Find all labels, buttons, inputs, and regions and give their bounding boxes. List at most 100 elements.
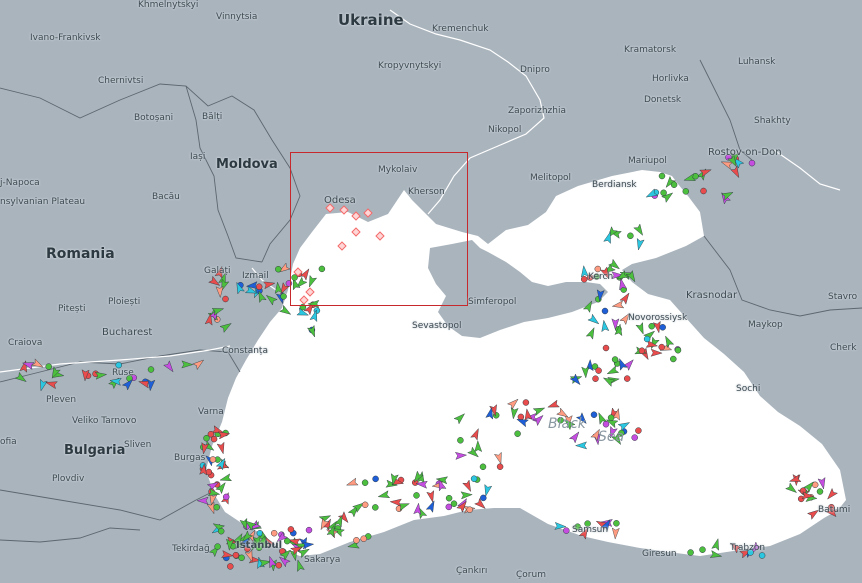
vessel-marker[interactable] [216,441,227,455]
vessel-marker[interactable] [480,494,487,502]
vessel-marker[interactable] [496,463,504,470]
vessel-marker[interactable] [670,355,677,363]
vessel-marker[interactable] [275,265,282,273]
vessel-marker[interactable] [638,347,646,354]
vessel-marker[interactable] [494,451,504,465]
vessel-marker[interactable] [607,414,615,421]
vessel-marker[interactable] [547,399,560,410]
vessel-marker[interactable] [413,492,420,499]
vessel-marker[interactable] [214,543,221,550]
vessel-marker[interactable] [279,304,293,317]
vessel-marker[interactable] [601,307,609,315]
vessel-marker[interactable] [479,463,487,471]
vessel-marker[interactable] [31,358,45,371]
vessel-marker[interactable] [219,320,233,333]
vessel-marker[interactable] [658,172,666,180]
vessel-marker[interactable] [602,420,610,428]
vessel-marker[interactable] [711,538,722,551]
vessel-marker[interactable] [606,365,620,377]
vessel-marker[interactable] [209,456,217,463]
vessel-marker[interactable] [635,427,642,434]
vessel-marker[interactable] [474,497,488,511]
vessel-marker[interactable] [627,232,634,240]
vessel-marker[interactable] [274,281,283,295]
vessel-marker[interactable] [445,503,453,511]
vessel-marker[interactable] [514,430,521,437]
vessel-marker[interactable] [522,399,530,406]
vessel-marker[interactable] [222,493,230,501]
vessel-marker[interactable] [457,437,464,444]
vessel-marker[interactable] [825,487,839,501]
vessel-marker[interactable] [275,562,283,569]
vessel-marker[interactable] [709,550,723,560]
vessel-marker[interactable] [372,475,379,483]
vessel-marker[interactable] [670,181,678,188]
vessel-marker[interactable] [659,324,666,331]
vessel-marker[interactable] [45,363,52,370]
vessel-marker[interactable] [305,526,313,534]
vessel-marker[interactable] [215,285,224,299]
vessel-marker[interactable] [474,440,483,453]
vessel-marker[interactable] [147,366,155,373]
vessel-marker[interactable] [700,187,707,195]
vessel-marker[interactable] [517,413,525,421]
vessel-marker[interactable] [361,479,369,486]
vessel-marker[interactable] [613,520,620,527]
vessel-marker[interactable] [631,434,638,441]
vessel-marker[interactable] [611,300,625,310]
vessel-marker[interactable] [816,488,824,495]
vessel-marker[interactable] [643,335,651,343]
vessel-marker[interactable] [372,504,379,511]
vessel-marker[interactable] [213,503,220,511]
vessel-marker[interactable] [635,237,645,251]
vessel-marker[interactable] [222,295,229,303]
vessel-marker[interactable] [635,322,647,336]
vessel-marker[interactable] [622,357,636,371]
vessel-marker[interactable] [280,293,287,300]
vessel-marker[interactable] [581,366,590,379]
vessel-marker[interactable] [569,373,583,387]
vessel-marker[interactable] [817,477,827,490]
vessel-marker[interactable] [389,498,402,507]
vessel-marker[interactable] [611,527,620,540]
vessel-marker[interactable] [470,475,478,482]
vessel-marker[interactable] [602,375,616,387]
vessel-marker[interactable] [466,506,473,513]
vessel-marker[interactable] [470,427,482,441]
vessel-marker[interactable] [590,411,598,418]
vessel-marker[interactable] [353,537,360,544]
vessel-marker[interactable] [163,360,176,374]
vessel-marker[interactable] [602,344,610,352]
vessel-marker[interactable] [445,494,453,502]
vessel-marker[interactable] [595,367,602,374]
vessel-marker[interactable] [453,411,467,425]
vessel-marker[interactable] [361,501,369,509]
vessel-marker[interactable] [287,526,295,533]
vessel-marker[interactable] [192,357,206,371]
vessel-marker[interactable] [425,499,437,513]
vessel-marker[interactable] [283,537,291,545]
vessel-marker[interactable] [748,159,756,167]
vessel-marker[interactable] [360,535,367,542]
vessel-marker[interactable] [45,379,58,390]
vessel-marker[interactable] [345,477,359,488]
vessel-marker[interactable] [674,346,682,354]
vessel-marker[interactable] [14,371,28,384]
vessel-marker[interactable] [633,223,646,237]
vessel-marker[interactable] [658,343,665,351]
vessel-marker[interactable] [730,165,743,179]
vessel-marker[interactable] [758,552,766,559]
vessel-marker[interactable] [217,527,225,535]
vessel-marker[interactable] [426,490,436,503]
vessel-marker[interactable] [699,546,706,553]
vessel-marker[interactable] [255,283,263,290]
vessel-marker[interactable] [232,551,240,559]
vessel-marker[interactable] [585,326,597,340]
vessel-marker[interactable] [660,189,667,197]
vessel-marker[interactable] [181,360,194,369]
vessel-marker[interactable] [196,496,209,505]
vessel-marker[interactable] [582,299,595,313]
vessel-marker[interactable] [294,559,305,573]
vessel-marker[interactable] [227,563,234,570]
vessel-marker[interactable] [270,529,278,537]
